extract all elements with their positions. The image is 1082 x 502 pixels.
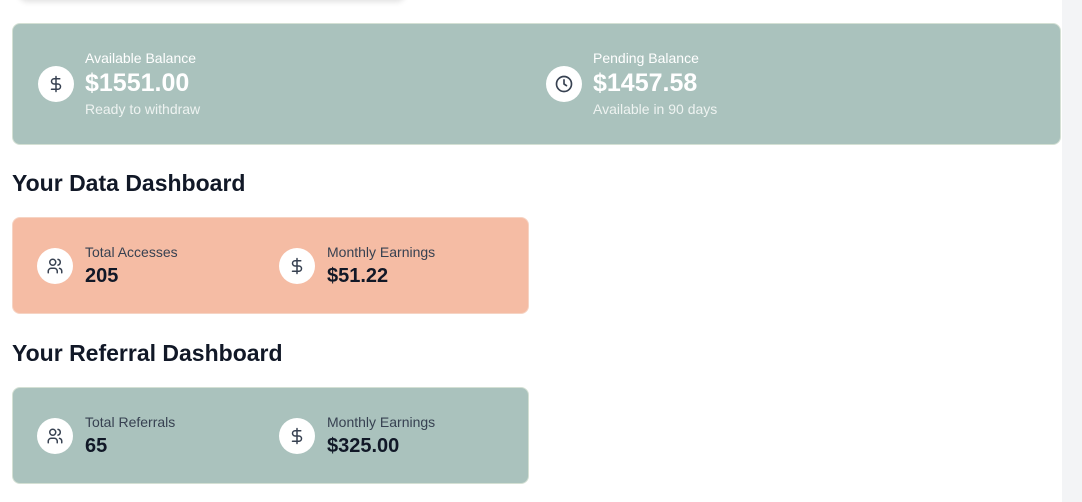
- scrollbar-track[interactable]: [1062, 0, 1082, 502]
- data-monthly-earnings-value: $51.22: [327, 265, 389, 287]
- clock-icon: [546, 66, 582, 102]
- referral-monthly-earnings-value: $325.00: [327, 435, 400, 457]
- available-balance-label: Available Balance: [85, 50, 197, 66]
- pending-balance-subtitle: Available in 90 days: [593, 101, 718, 117]
- main-content: Available Balance $1551.00 Ready to with…: [0, 0, 1062, 502]
- available-balance-subtitle: Ready to withdraw: [85, 101, 201, 117]
- total-accesses-label: Total Accesses: [85, 244, 178, 260]
- total-referrals-value: 65: [85, 435, 108, 457]
- data-monthly-earnings-label: Monthly Earnings: [327, 244, 436, 260]
- balance-card: Available Balance $1551.00 Ready to with…: [12, 23, 1061, 145]
- total-accesses-value: 205: [85, 265, 119, 287]
- pending-balance-label: Pending Balance: [593, 50, 699, 66]
- referral-dashboard-title: Your Referral Dashboard: [12, 340, 283, 366]
- referral-monthly-earnings-label: Monthly Earnings: [327, 414, 436, 430]
- available-balance-amount: $1551.00: [85, 69, 190, 97]
- pending-balance-amount: $1457.58: [593, 69, 698, 97]
- users-icon: [37, 248, 73, 284]
- total-referrals-label: Total Referrals: [85, 414, 176, 430]
- referral-dashboard-card: Total Referrals 65 Monthly Earnings $325…: [12, 387, 529, 484]
- dollar-icon: [38, 66, 74, 102]
- data-dashboard-card: Total Accesses 205 Monthly Earnings $51.…: [12, 217, 529, 314]
- dollar-icon: [279, 418, 315, 454]
- dollar-icon: [279, 248, 315, 284]
- data-dashboard-title: Your Data Dashboard: [12, 170, 246, 196]
- users-icon: [37, 418, 73, 454]
